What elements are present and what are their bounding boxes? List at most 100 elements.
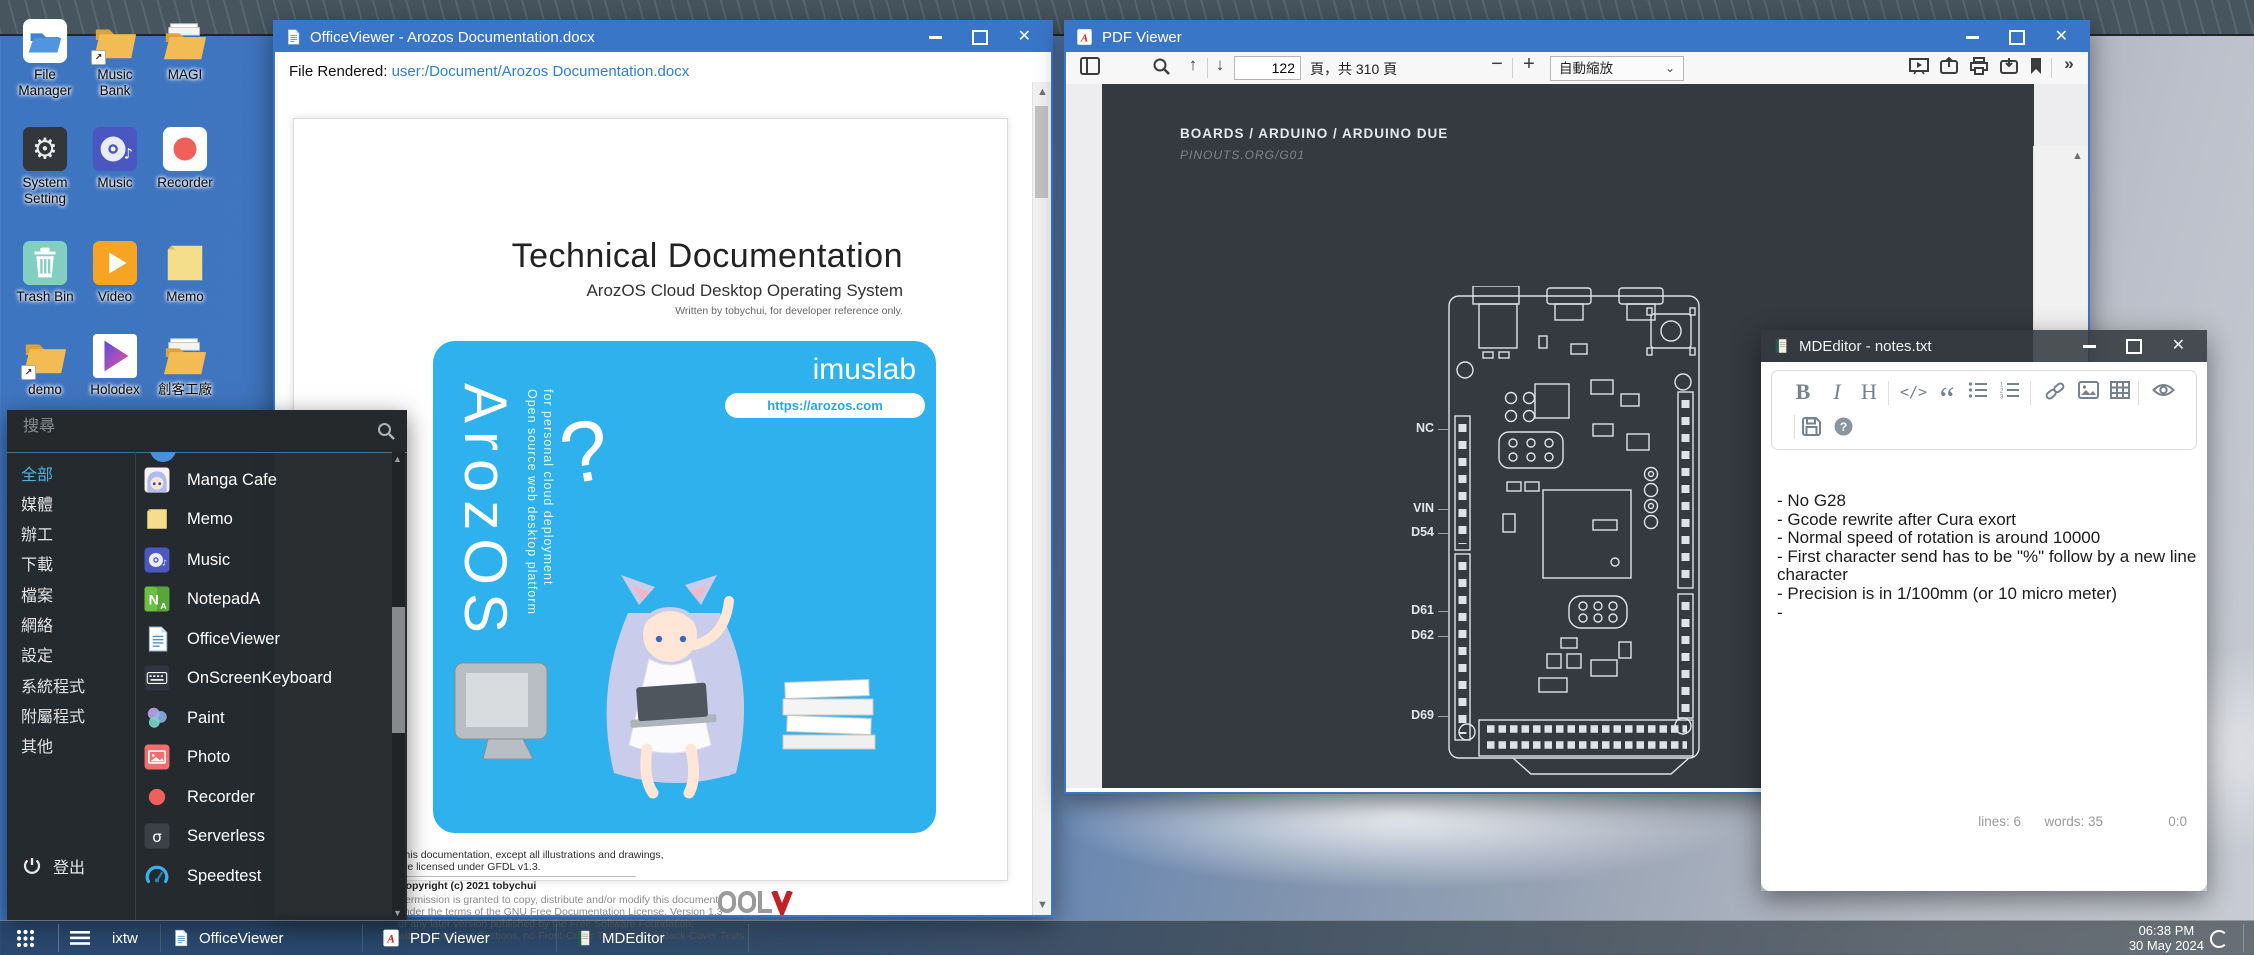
category-office[interactable]: 辦工 <box>7 522 147 550</box>
officeviewer-scrollbar[interactable]: ▲ ▼ <box>1032 82 1051 915</box>
presentation-mode-button[interactable] <box>1909 57 1931 79</box>
category-all[interactable]: 全部 <box>7 462 147 490</box>
document-icon <box>144 626 170 652</box>
officeviewer-titlebar[interactable]: OfficeViewer - Arozos Documentation.docx… <box>275 22 1051 52</box>
app-item-notepada[interactable]: NotepadA <box>136 581 393 617</box>
question-mark-graphic: ? <box>553 400 617 506</box>
taskbar-item-pdfviewer[interactable]: PDF Viewer <box>382 921 490 955</box>
desktop-icon-file-manager[interactable]: File Manager <box>12 18 78 99</box>
scrollbar-thumb[interactable] <box>392 607 405 733</box>
maximize-button[interactable] <box>972 30 988 45</box>
markdown-editor-textarea[interactable]: - No G28 - Gcode rewrite after Cura exor… <box>1777 492 2197 622</box>
italic-button[interactable]: I <box>1824 379 1850 405</box>
maximize-button[interactable] <box>2126 339 2142 354</box>
minimize-button[interactable] <box>929 36 942 39</box>
category-download[interactable]: 下載 <box>7 552 147 580</box>
zoom-mode-select[interactable]: 自動縮放⌄ <box>1550 56 1684 81</box>
preview-eye-button[interactable] <box>2152 381 2178 399</box>
taskbar-item-mdeditor[interactable]: MDEditor <box>575 921 665 955</box>
zoom-out-button[interactable]: − <box>1486 53 1508 75</box>
app-item-speedtest[interactable]: Speedtest <box>136 858 393 894</box>
app-item-music[interactable]: Music <box>136 542 393 578</box>
previous-page-icon[interactable]: ↑ <box>1182 55 1204 77</box>
minimize-button[interactable] <box>2083 345 2096 348</box>
desktop-icon-system-setting[interactable]: System Setting <box>12 126 78 207</box>
app-item-serverless[interactable]: Serverless <box>136 818 393 854</box>
app-item-paint[interactable]: Paint <box>136 700 393 736</box>
page-number-input[interactable] <box>1234 56 1301 80</box>
ordered-list-button[interactable]: 123 <box>2000 381 2026 399</box>
desktop-icon-demo[interactable]: ↗ demo <box>12 333 78 398</box>
holodex-icon <box>92 333 138 379</box>
help-button[interactable]: ? <box>1834 417 1860 436</box>
unordered-list-button[interactable] <box>1968 381 1994 399</box>
app-item-onscreenkeyboard[interactable]: OnScreenKeyboard <box>136 660 393 696</box>
next-page-icon[interactable]: ↓ <box>1209 55 1231 77</box>
category-accessories[interactable]: 附屬程式 <box>7 704 147 732</box>
app-grid-button[interactable] <box>16 921 35 955</box>
category-media[interactable]: 媒體 <box>7 492 147 520</box>
desktop-icon-music-bank[interactable]: ↗ Music Bank <box>82 18 148 99</box>
doc-subtitle: ArozOS Cloud Desktop Operating System <box>512 281 903 301</box>
table-button[interactable] <box>2110 381 2136 399</box>
app-item-recorder[interactable]: Recorder <box>136 779 393 815</box>
zoom-in-button[interactable]: + <box>1518 53 1540 75</box>
app-item-officeviewer[interactable]: OfficeViewer <box>136 621 393 657</box>
save-button[interactable] <box>1802 417 1828 436</box>
mdeditor-titlebar[interactable]: MDEditor - notes.txt ✕ <box>1761 330 2207 362</box>
category-network[interactable]: 網絡 <box>7 613 147 641</box>
bold-button[interactable]: B <box>1790 379 1816 405</box>
app-item-memo[interactable]: Memo <box>136 501 393 537</box>
scrollbar-thumb[interactable] <box>1035 106 1048 198</box>
link-button[interactable] <box>2044 381 2070 401</box>
desktop-icon-maker-factory[interactable]: 創客工廠 <box>152 333 218 398</box>
category-system[interactable]: 系統程式 <box>7 674 147 702</box>
scroll-down-icon[interactable]: ▼ <box>393 908 402 918</box>
desktop-icon-recorder[interactable]: Recorder <box>152 126 218 191</box>
page-count-label: 頁，共 310 頁 <box>1310 59 1397 79</box>
desktop-icon-music[interactable]: Music <box>82 126 148 191</box>
shortcut-arrow-icon: ↗ <box>91 50 106 65</box>
scroll-up-icon[interactable]: ▲ <box>1037 86 1048 98</box>
minimize-button[interactable] <box>1966 36 1979 39</box>
close-button[interactable]: ✕ <box>2172 338 2185 354</box>
desktop-icon-holodex[interactable]: Holodex <box>82 333 148 398</box>
category-others[interactable]: 其他 <box>7 734 147 762</box>
open-file-button[interactable] <box>1939 57 1961 79</box>
scroll-up-icon[interactable]: ▲ <box>393 454 402 464</box>
print-button[interactable] <box>1969 57 1991 79</box>
image-button[interactable] <box>2078 381 2104 399</box>
category-settings[interactable]: 設定 <box>7 643 147 671</box>
search-input[interactable] <box>21 417 355 437</box>
desktop-icon-memo[interactable]: Memo <box>152 240 218 305</box>
scroll-up-icon[interactable]: ▲ <box>2072 150 2083 162</box>
file-path-link[interactable]: user:/Document/Arozos Documentation.docx <box>392 63 690 80</box>
pdfviewer-titlebar[interactable]: PDF Viewer ✕ <box>1066 22 2088 52</box>
bookmark-icon[interactable] <box>2029 57 2051 79</box>
desktop-icon-trash-bin[interactable]: Trash Bin <box>12 240 78 305</box>
quote-button[interactable]: “ <box>1934 381 1960 419</box>
sidebar-toggle-button[interactable] <box>1080 57 1102 79</box>
category-files[interactable]: 檔案 <box>7 583 147 611</box>
search-icon[interactable] <box>1152 57 1174 79</box>
music-app-icon <box>92 126 138 172</box>
logout-button[interactable]: 登出 <box>23 854 85 878</box>
code-button[interactable]: </> <box>1900 383 1926 401</box>
start-menu-scrollbar[interactable]: ▲ ▼ <box>392 452 405 920</box>
desktop-icon-magi[interactable]: MAGI <box>152 18 218 83</box>
start-menu-button[interactable] <box>70 921 90 955</box>
taskbar-item-officeviewer[interactable]: OfficeViewer <box>172 921 284 955</box>
app-item-manga-cafe[interactable]: Manga Cafe <box>136 462 393 498</box>
more-tools-icon[interactable]: » <box>2058 54 2080 76</box>
close-button[interactable]: ✕ <box>2055 29 2068 45</box>
app-item-photo[interactable]: Photo <box>136 739 393 775</box>
download-button[interactable] <box>1999 57 2021 79</box>
search-icon[interactable] <box>377 422 395 440</box>
maximize-button[interactable] <box>2009 30 2025 45</box>
pin-label: NC <box>1360 421 1434 435</box>
scroll-down-icon[interactable]: ▼ <box>1037 899 1048 911</box>
close-button[interactable]: ✕ <box>1018 29 1031 45</box>
recorder-icon <box>162 126 208 172</box>
desktop-icon-video[interactable]: Video <box>82 240 148 305</box>
heading-button[interactable]: H <box>1856 379 1882 405</box>
